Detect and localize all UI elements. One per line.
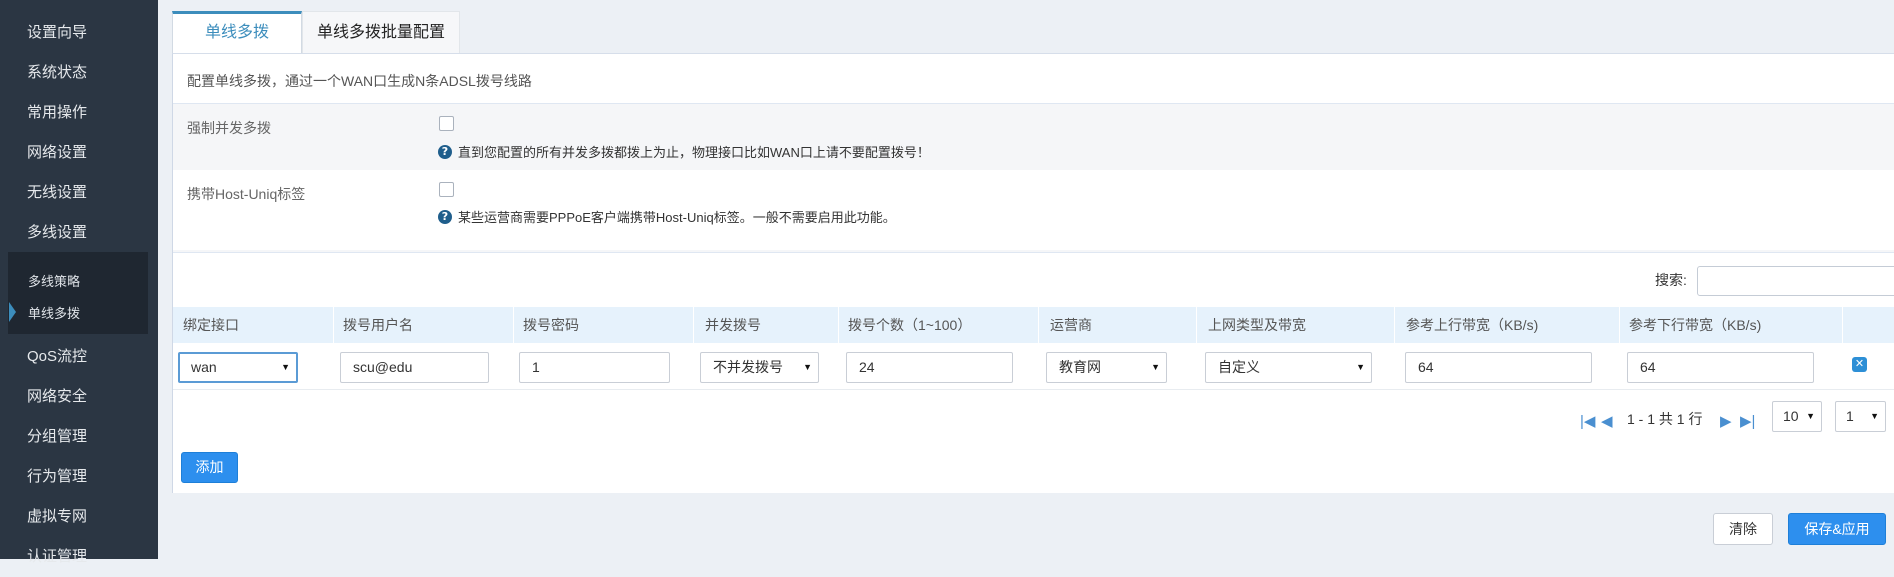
col-header-interface: 绑定接口: [183, 317, 239, 333]
col-divider: [513, 307, 514, 343]
option-label-force-concurrent: 强制并发多拨: [187, 120, 271, 136]
password-input[interactable]: 1: [519, 352, 670, 383]
upload-bandwidth-input[interactable]: 64: [1405, 352, 1592, 383]
col-header-isp: 运营商: [1050, 317, 1092, 333]
count-input[interactable]: 24: [846, 352, 1013, 383]
sidebar-subitem-single-multidial[interactable]: 单线多拨: [28, 303, 80, 322]
help-icon: ?: [438, 145, 452, 159]
next-page-icon[interactable]: ▶: [1720, 412, 1732, 430]
username-input[interactable]: scu@edu: [340, 352, 489, 383]
pager-info: 1 - 1 共 1 行: [1627, 411, 1703, 427]
page-select[interactable]: 1 ▼: [1835, 401, 1886, 432]
dropdown-arrow-icon: ▼: [1356, 362, 1365, 372]
col-divider: [838, 307, 839, 343]
tab-single-multidial[interactable]: 单线多拨: [172, 11, 302, 53]
force-concurrent-checkbox[interactable]: [439, 116, 454, 131]
sidebar-item-security[interactable]: 网络安全: [0, 377, 158, 417]
dropdown-arrow-icon: ▼: [281, 362, 290, 372]
sidebar: 设置向导 系统状态 常用操作 网络设置 无线设置 多线设置 多线策略 单线多拨 …: [0, 0, 158, 565]
sidebar-item-network[interactable]: 网络设置: [0, 133, 158, 173]
sidebar-item-vpn[interactable]: 虚拟专网: [0, 497, 158, 537]
sidebar-item-common-ops[interactable]: 常用操作: [0, 93, 158, 133]
sidebar-item-groups[interactable]: 分组管理: [0, 417, 158, 457]
page-size-select[interactable]: 10 ▼: [1772, 401, 1822, 432]
save-apply-button[interactable]: 保存&应用: [1788, 513, 1886, 545]
col-divider: [1394, 307, 1395, 343]
clear-button[interactable]: 清除: [1713, 513, 1773, 545]
search-input[interactable]: [1697, 266, 1894, 296]
col-header-upload: 参考上行带宽（KB/s): [1406, 317, 1539, 333]
delete-row-icon[interactable]: ✕: [1852, 357, 1867, 372]
type-value: 自定义: [1218, 359, 1260, 375]
col-divider: [1619, 307, 1620, 343]
col-divider: [693, 307, 694, 343]
sidebar-subitem-multiline-policy[interactable]: 多线策略: [28, 271, 80, 290]
type-select[interactable]: 自定义 ▼: [1205, 352, 1372, 383]
tab-batch-config[interactable]: 单线多拨批量配置: [302, 11, 460, 53]
host-uniq-checkbox[interactable]: [439, 182, 454, 197]
col-header-password: 拨号密码: [523, 317, 579, 333]
sidebar-item-system-status[interactable]: 系统状态: [0, 53, 158, 93]
col-header-type: 上网类型及带宽: [1208, 317, 1306, 333]
help-icon: ?: [438, 210, 452, 224]
isp-select[interactable]: 教育网 ▼: [1046, 352, 1167, 383]
sidebar-item-behavior[interactable]: 行为管理: [0, 457, 158, 497]
sidebar-item-multiline[interactable]: 多线设置: [0, 213, 158, 253]
col-divider: [333, 307, 334, 343]
option-help-force-concurrent: 直到您配置的所有并发多拨都拨上为止，物理接口比如WAN口上请不要配置拨号！: [458, 145, 930, 160]
search-label: 搜索:: [1655, 272, 1687, 288]
download-bandwidth-input[interactable]: 64: [1627, 352, 1814, 383]
sidebar-item-wireless[interactable]: 无线设置: [0, 173, 158, 213]
col-divider: [1196, 307, 1197, 343]
concurrent-value: 不并发拨号: [713, 359, 783, 375]
option-row-hostuniq-bg: [173, 170, 1894, 250]
page-value: 1: [1846, 408, 1854, 424]
interface-value: wan: [191, 359, 217, 375]
dropdown-arrow-icon: ▼: [803, 362, 812, 372]
sidebar-item-auth[interactable]: 认证管理: [0, 537, 158, 577]
sidebar-item-setup-wizard[interactable]: 设置向导: [0, 13, 158, 53]
col-header-download: 参考下行带宽（KB/s): [1629, 317, 1762, 333]
col-divider: [1038, 307, 1039, 343]
option-help-host-uniq: 某些运营商需要PPPoE客户端携带Host-Uniq标签。一般不需要启用此功能。: [458, 210, 896, 225]
interface-select[interactable]: wan ▼: [178, 352, 298, 383]
isp-value: 教育网: [1059, 359, 1101, 375]
active-marker-icon: [9, 302, 16, 322]
page-size-value: 10: [1783, 408, 1799, 424]
page-description: 配置单线多拨，通过一个WAN口生成N条ADSL拨号线路: [187, 73, 532, 89]
dropdown-arrow-icon: ▼: [1151, 362, 1160, 372]
option-label-host-uniq: 携带Host-Uniq标签: [187, 186, 306, 202]
col-header-count: 拨号个数（1~100）: [848, 317, 972, 333]
prev-page-icon[interactable]: ◀: [1601, 412, 1613, 430]
col-divider: [1842, 307, 1843, 343]
last-page-icon[interactable]: ▶|: [1740, 412, 1755, 430]
first-page-icon[interactable]: |◀: [1580, 412, 1595, 430]
col-header-concurrent: 并发拨号: [705, 317, 761, 333]
sidebar-item-qos[interactable]: QoS流控: [0, 337, 158, 377]
concurrent-select[interactable]: 不并发拨号 ▼: [700, 352, 819, 383]
col-header-username: 拨号用户名: [343, 317, 413, 333]
dropdown-arrow-icon: ▼: [1870, 411, 1879, 421]
add-button[interactable]: 添加: [181, 452, 238, 483]
dropdown-arrow-icon: ▼: [1806, 411, 1815, 421]
